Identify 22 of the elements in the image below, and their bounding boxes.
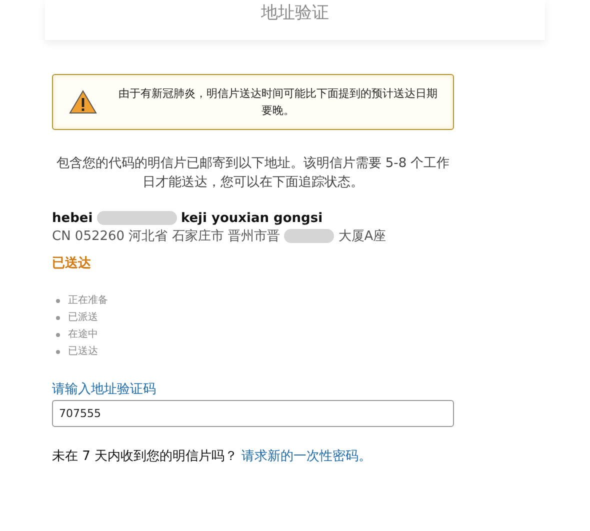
bullet-icon (56, 350, 60, 354)
recipient-name-end: keji youxian gongsi (180, 211, 323, 226)
field-label: 请输入地址验证码 (52, 381, 157, 398)
delivery-status: 已送达 (52, 255, 92, 272)
status-step: 已送达 (68, 343, 98, 360)
request-code-link[interactable]: 请求新的一次性密码。 (242, 449, 372, 464)
bullet-icon (56, 316, 60, 320)
status-step: 正在准备 (68, 292, 108, 309)
blurred-block (284, 229, 334, 244)
page-title: 地址验证 (261, 2, 329, 24)
code-input-field[interactable]: 707555 (52, 400, 454, 427)
address-text: CN 052260 河北省 石家庄市 晋州市晋 (52, 229, 280, 244)
bullet-icon (56, 298, 60, 302)
bullet-icon (56, 332, 60, 336)
address-text-end: 大厦A座 (338, 229, 386, 244)
warning-icon (69, 90, 97, 114)
footer-text: 未在 7 天内收到您的明信片吗？ (52, 449, 238, 464)
intro-text: 包含您的代码的明信片已邮寄到以下地址。该明信片需要 5-8 个工作日才能送达，您可以在下面追踪状态。 (55, 155, 451, 192)
status-step: 在途中 (68, 326, 98, 343)
status-step: 已派送 (68, 309, 98, 326)
alert-message: 由于有新冠肺炎，明信片送达时间可能比下面提到的预计送达日期要晚。 (118, 86, 438, 119)
recipient-name-start: hebei (52, 211, 93, 226)
